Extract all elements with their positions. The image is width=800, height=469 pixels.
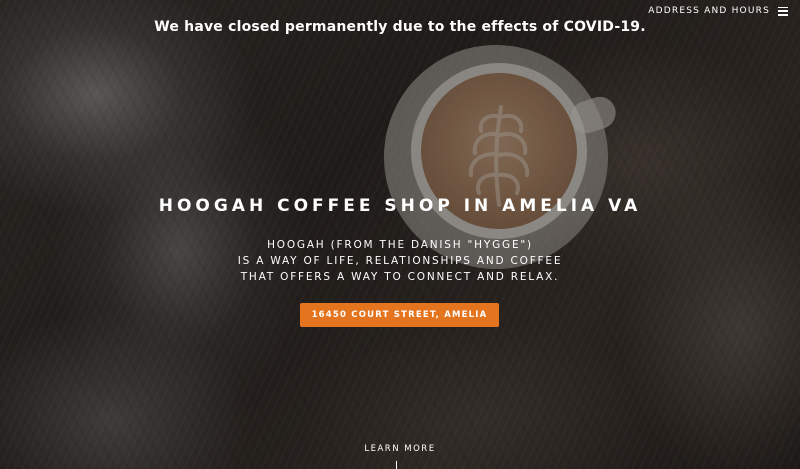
nav-menu-label: ADDRESS AND HOURS [648,6,770,16]
hero-description-line: IS A WAY OF LIFE, RELATIONSHIPS AND COFF… [237,255,563,267]
hero-description: HOOGAH (FROM THE DANISH "HYGGE") IS A WA… [0,237,800,285]
scroll-indicator-line [396,461,397,469]
hero-section: We have closed permanently due to the ef… [0,0,800,469]
closure-notice: We have closed permanently due to the ef… [154,19,646,35]
hero-description-line: THAT OFFERS A WAY TO CONNECT AND RELAX. [240,271,560,283]
address-and-hours-menu-button[interactable]: ADDRESS AND HOURS [648,6,788,16]
page-title: HOOGAH COFFEE SHOP IN AMELIA VA [158,196,642,216]
hamburger-menu-icon[interactable] [778,6,788,16]
address-button[interactable]: 16450 COURT STREET, AMELIA [300,303,499,327]
dark-overlay [0,0,800,469]
fur-blanket-background [0,0,800,469]
learn-more-link[interactable]: LEARN MORE [0,444,800,454]
hero-description-line: HOOGAH (FROM THE DANISH "HYGGE") [267,239,533,251]
